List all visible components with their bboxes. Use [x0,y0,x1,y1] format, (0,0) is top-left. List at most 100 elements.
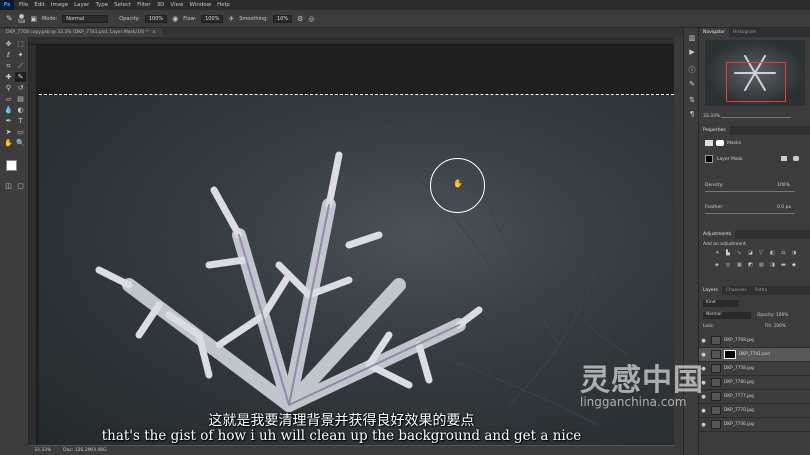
feather-value[interactable]: 0.0 px [777,205,791,210]
adjustments-title[interactable]: Adjustments [699,230,736,239]
vector-mask-icon[interactable] [793,156,799,161]
play-action-icon[interactable]: ▶ [687,48,697,57]
clone-stamp-icon[interactable]: ⚲ [3,83,14,93]
menu-view[interactable]: View [167,2,186,8]
layer-row[interactable]: ● DKP_7758.jpg [699,362,810,376]
tab-navigator[interactable]: Navigator [699,28,730,37]
zoom-tool-icon[interactable]: 🔍 [15,138,26,148]
pressure-size-icon[interactable]: ◎ [308,15,314,23]
info-icon[interactable]: ⓘ [687,66,697,75]
feather-slider[interactable] [705,213,795,214]
tab-histogram[interactable]: Histogram [729,28,760,37]
shape-tool-icon[interactable]: ▭ [15,127,26,137]
gradient-map-icon[interactable]: ▬ [781,262,791,273]
curves-icon[interactable]: ∿ [737,250,747,261]
gradient-tool-icon[interactable]: ▤ [15,94,26,104]
type-tool-icon[interactable]: T [15,116,26,126]
menu-window[interactable]: Window [186,2,214,8]
layer-row[interactable]: ● DKP_7768.jpg [699,334,810,348]
close-icon[interactable]: × [152,30,156,35]
navigator-thumbnail[interactable] [705,40,805,106]
foreground-color-swatch[interactable] [6,160,17,171]
opacity-pressure-icon[interactable]: ◉ [172,15,178,23]
layer-row[interactable]: ● DKP_7770.jpg [699,404,810,418]
invert-icon[interactable]: ◩ [748,262,758,273]
eye-icon[interactable]: ● [699,338,708,344]
history-brush-icon[interactable]: ↺ [15,83,26,93]
brush-tool-icon[interactable]: ✎ [15,72,26,82]
pen-tool-icon[interactable]: ✒ [3,116,14,126]
navigator-zoom[interactable]: 33.33% [703,114,720,119]
smoothing-field[interactable]: 10% [272,14,293,23]
hand-tool-icon[interactable]: ✋ [3,138,14,148]
photo-filter-icon[interactable]: ◈ [715,262,725,273]
layer-row[interactable]: ● DKP_7746.jpg [699,418,810,432]
menu-file[interactable]: File [16,2,31,8]
layer-fill[interactable]: Fill: 100% [765,324,786,329]
vibrance-icon[interactable]: ▽ [759,250,769,261]
photoshop-logo[interactable]: Ps [0,0,14,10]
threshold-icon[interactable]: ◨ [770,262,780,273]
navigator-zoom-slider[interactable] [721,117,791,118]
history-icon[interactable]: ▥ [687,34,697,43]
eye-icon[interactable]: ● [699,422,708,428]
airbrush-icon[interactable]: ✈ [228,15,234,23]
layer-row[interactable]: ● DKP_7780.jpg [699,376,810,390]
tab-channels[interactable]: Channels [722,286,751,295]
tab-paths[interactable]: Paths [751,286,771,295]
menu-filter[interactable]: Filter [134,2,154,8]
layer-row[interactable]: ● DKP_7777.jpg [699,390,810,404]
lookup-icon[interactable]: ▦ [737,262,747,273]
menu-edit[interactable]: Edit [31,2,48,8]
hue-icon[interactable]: ◧ [770,250,780,261]
selective-color-icon[interactable]: ◆ [792,262,802,273]
layer-filter[interactable]: Kind [703,300,739,307]
eraser-tool-icon[interactable]: ▱ [3,94,14,104]
document-tab[interactable]: DKP_7768 copy.psb @ 33.3% (DKP_7741.psd,… [0,28,162,37]
lasso-tool-icon[interactable]: ℓ [3,50,14,60]
layer-row-selected[interactable]: ● DKP_7741.psd [699,348,810,362]
brush-settings-icon[interactable]: ▣ [30,15,37,23]
posterize-icon[interactable]: ▧ [759,262,769,273]
dodge-tool-icon[interactable]: ◐ [15,105,26,115]
layer-opacity[interactable]: Opacity: 100% [757,313,788,318]
marquee-tool-icon[interactable]: ⬚ [15,39,26,49]
screen-mode-icon[interactable]: ▢ [15,181,26,191]
levels-icon[interactable]: ▙ [726,250,736,261]
blur-tool-icon[interactable]: 💧 [3,105,14,115]
brush-tool-icon[interactable]: ✎ [6,14,13,23]
brush-preset-icon[interactable]: ✎ [687,80,697,89]
balance-icon[interactable]: ⚖ [781,250,791,261]
crop-tool-icon[interactable]: ⌗ [3,61,14,71]
brush-preset-picker[interactable]: ● 588 [18,13,26,24]
move-tool-icon[interactable]: ✥ [3,39,14,49]
exposure-icon[interactable]: ◪ [748,250,758,261]
mode-select[interactable]: Normal [62,14,109,23]
menu-3d[interactable]: 3D [154,2,168,8]
bw-icon[interactable]: ◑ [792,250,802,261]
eyedropper-tool-icon[interactable]: ⟋ [15,61,26,71]
menu-layer[interactable]: Layer [71,2,92,8]
healing-brush-icon[interactable]: ✚ [3,72,14,82]
menu-image[interactable]: Image [48,2,71,8]
path-select-icon[interactable]: ➤ [3,127,14,137]
select-mask-icon[interactable] [781,156,787,161]
density-slider[interactable] [705,191,795,192]
gear-icon[interactable]: ⚙ [297,15,303,23]
tab-layers[interactable]: Layers [699,286,722,295]
menu-select[interactable]: Select [111,2,134,8]
opacity-field[interactable]: 100% [144,14,168,23]
paragraph-icon[interactable]: ¶ [687,110,697,119]
properties-title[interactable]: Properties [699,126,730,135]
adjust-icon[interactable]: ⇅ [687,96,697,105]
menu-help[interactable]: Help [214,2,233,8]
quick-mask-icon[interactable]: ◫ [3,181,14,191]
navigator-view-box[interactable] [726,62,786,102]
mixer-icon[interactable]: ◎ [726,262,736,273]
menu-type[interactable]: Type [92,2,111,8]
brightness-icon[interactable]: ☀ [715,250,725,261]
density-value[interactable]: 100% [777,183,790,188]
blend-mode-select[interactable]: Normal [703,312,751,319]
quick-select-tool-icon[interactable]: ✦ [15,50,26,60]
status-zoom[interactable]: 33.33% [34,448,51,453]
